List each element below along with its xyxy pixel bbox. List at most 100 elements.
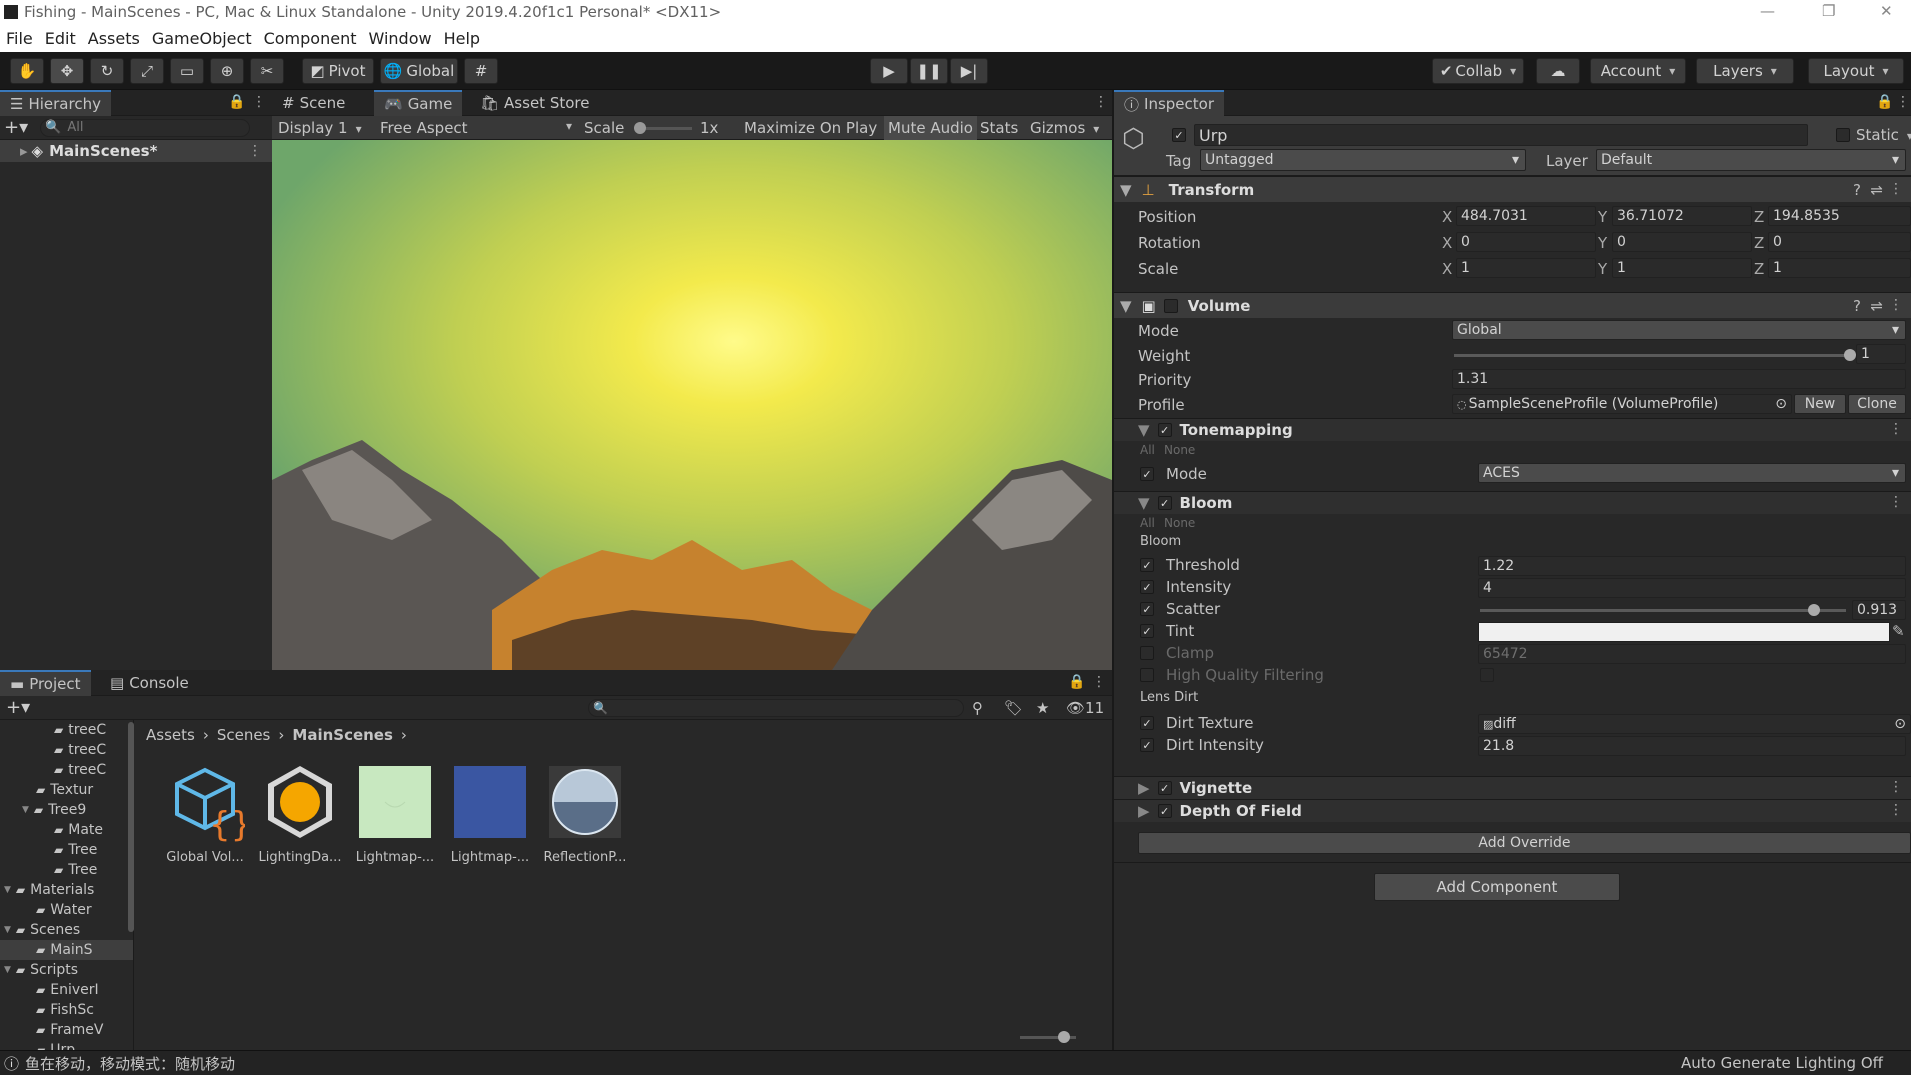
tree-item[interactable]: ▼ ▰ Tree9	[0, 800, 133, 820]
active-checkbox[interactable]: ✓	[1172, 128, 1186, 142]
tab-game[interactable]: 🎮 Game	[374, 90, 463, 116]
dirt-texture-field[interactable]: ▨diff ⊙	[1478, 714, 1911, 734]
tree-item[interactable]: ▰ Tree	[0, 840, 133, 860]
scale-z-field[interactable]: 1	[1768, 258, 1911, 278]
maximize-on-play-toggle[interactable]: Maximize On Play	[744, 119, 877, 137]
gizmos-dropdown[interactable]: Gizmos	[1030, 119, 1099, 137]
all-toggle[interactable]: All	[1140, 516, 1155, 530]
scatter-field[interactable]: 0.913	[1852, 600, 1906, 620]
axis-label[interactable]: X	[1442, 260, 1452, 278]
grid-snap-icon[interactable]: #	[464, 58, 498, 84]
axis-label[interactable]: Z	[1754, 260, 1764, 278]
dof-enabled-checkbox[interactable]: ✓	[1157, 804, 1172, 818]
rotation-y-field[interactable]: 0	[1612, 232, 1752, 252]
scale-x-field[interactable]: 1	[1456, 258, 1596, 278]
game-kebab-icon[interactable]: ⋮	[1094, 94, 1108, 110]
clone-profile-button[interactable]: Clone	[1848, 394, 1906, 414]
tree-item[interactable]: ▼ ▰ Scripts	[0, 960, 133, 980]
mode-dropdown[interactable]: Global ▾	[1452, 320, 1906, 340]
hq-filtering-checkbox[interactable]	[1480, 668, 1494, 682]
play-button[interactable]: ▶	[870, 58, 908, 84]
threshold-field[interactable]: 1.22	[1478, 556, 1906, 576]
tree-item[interactable]: ▰ EniverI	[0, 980, 133, 1000]
vignette-header[interactable]: ▶ ✓ Vignette ⋮	[1114, 777, 1911, 799]
bloom-header[interactable]: ▼ ✓ Bloom ⋮	[1114, 492, 1911, 514]
override-kebab-icon[interactable]: ⋮	[1889, 494, 1903, 510]
menu-edit[interactable]: Edit	[45, 29, 76, 48]
asset-item[interactable]: {} Global Vol...	[160, 762, 252, 882]
intensity-field[interactable]: 4	[1478, 578, 1906, 598]
hidden-packages-icon[interactable]: 👁11	[1066, 699, 1104, 717]
lock-icon[interactable]: 🔒	[228, 94, 245, 110]
status-message[interactable]: 鱼在移动，移动模式：随机移动	[25, 1053, 235, 1074]
all-toggle[interactable]: All	[1140, 443, 1155, 457]
menu-gameobject[interactable]: GameObject	[152, 29, 252, 48]
position-y-field[interactable]: 36.71072	[1612, 206, 1752, 226]
weight-slider[interactable]	[1454, 349, 1856, 361]
rotation-x-field[interactable]: 0	[1456, 232, 1596, 252]
tab-asset-store[interactable]: 🛍 Asset Store	[470, 90, 599, 116]
object-picker-icon[interactable]: ⊙	[1775, 396, 1787, 412]
minimize-icon[interactable]: —	[1760, 2, 1775, 20]
dirt-texture-override-checkbox[interactable]: ✓	[1140, 716, 1154, 730]
tab-scene[interactable]: # Scene	[272, 90, 355, 116]
aspect-dropdown[interactable]: Free Aspect	[380, 119, 572, 137]
stats-toggle[interactable]: Stats	[980, 119, 1018, 137]
help-icon[interactable]: ?	[1853, 297, 1861, 315]
foldout-open-icon[interactable]: ▼	[22, 805, 29, 815]
hand-tool-icon[interactable]: ✋	[10, 58, 44, 84]
game-viewport[interactable]	[272, 140, 1112, 670]
foldout-open-icon[interactable]: ▼	[4, 885, 11, 895]
axis-label[interactable]: X	[1442, 208, 1452, 226]
global-toggle[interactable]: 🌐 Global	[380, 58, 458, 84]
object-name-field[interactable]: Urp	[1194, 124, 1808, 146]
static-checkbox[interactable]	[1836, 128, 1850, 142]
layout-dropdown[interactable]: Layout	[1808, 58, 1904, 84]
lighting-status[interactable]: Auto Generate Lighting Off	[1681, 1054, 1883, 1072]
volume-header[interactable]: ▼ ▣ Volume ? ⇌ ⋮	[1114, 292, 1911, 318]
asset-item[interactable]: Lightmap-...	[445, 762, 535, 882]
dirt-intensity-override-checkbox[interactable]: ✓	[1140, 738, 1154, 752]
axis-label[interactable]: X	[1442, 234, 1452, 252]
override-kebab-icon[interactable]: ⋮	[1889, 421, 1903, 437]
tonemapping-enabled-checkbox[interactable]: ✓	[1157, 423, 1172, 437]
scatter-slider-thumb[interactable]	[1808, 604, 1821, 616]
tree-item[interactable]: ▰ Textur	[0, 780, 133, 800]
clamp-override-checkbox[interactable]	[1140, 646, 1154, 660]
weight-slider-thumb[interactable]	[1844, 349, 1856, 361]
intensity-override-checkbox[interactable]: ✓	[1140, 580, 1154, 594]
tree-item[interactable]: ▼ ▰ Materials	[0, 880, 133, 900]
help-icon[interactable]: ?	[1853, 181, 1861, 199]
none-toggle[interactable]: None	[1164, 443, 1195, 457]
project-lock-icon[interactable]: 🔒	[1068, 674, 1085, 690]
new-profile-button[interactable]: New	[1794, 394, 1846, 414]
axis-label[interactable]: Y	[1598, 260, 1607, 278]
tree-item[interactable]: ▼ ▰ Scenes	[0, 920, 133, 940]
tree-item[interactable]: ▰ FishSc	[0, 1000, 133, 1020]
position-x-field[interactable]: 484.7031	[1456, 206, 1596, 226]
asset-item[interactable]: LightingDa...	[255, 762, 345, 882]
breadcrumb-scenes[interactable]: Scenes	[217, 726, 271, 744]
tree-scrollbar[interactable]	[128, 722, 134, 932]
menu-file[interactable]: File	[6, 29, 33, 48]
dof-header[interactable]: ▶ ✓ Depth Of Field ⋮	[1114, 800, 1911, 822]
bloom-enabled-checkbox[interactable]: ✓	[1157, 496, 1172, 510]
override-kebab-icon[interactable]: ⋮	[1889, 779, 1903, 795]
static-dropdown[interactable]: Static	[1856, 126, 1911, 144]
vignette-enabled-checkbox[interactable]: ✓	[1157, 781, 1172, 795]
override-kebab-icon[interactable]: ⋮	[1889, 802, 1903, 818]
inspector-kebab-icon[interactable]: ⋮	[1896, 94, 1910, 110]
scene-kebab-icon[interactable]: ⋮	[248, 143, 262, 159]
scale-slider-thumb[interactable]	[634, 122, 646, 134]
pause-button[interactable]: ❚❚	[910, 58, 948, 84]
asset-item[interactable]: ReflectionP...	[540, 762, 630, 882]
zoom-slider-thumb[interactable]	[1058, 1031, 1070, 1043]
menu-window[interactable]: Window	[368, 29, 431, 48]
scale-slider[interactable]	[634, 122, 692, 134]
foldout-closed-icon[interactable]: ▶	[1138, 802, 1150, 820]
add-component-button[interactable]: Add Component	[1374, 873, 1620, 901]
tab-console[interactable]: ▤ Console	[100, 670, 199, 696]
tab-inspector[interactable]: ⓘ Inspector	[1114, 90, 1224, 116]
axis-label[interactable]: Y	[1598, 234, 1607, 252]
layers-dropdown[interactable]: Layers	[1696, 58, 1794, 84]
